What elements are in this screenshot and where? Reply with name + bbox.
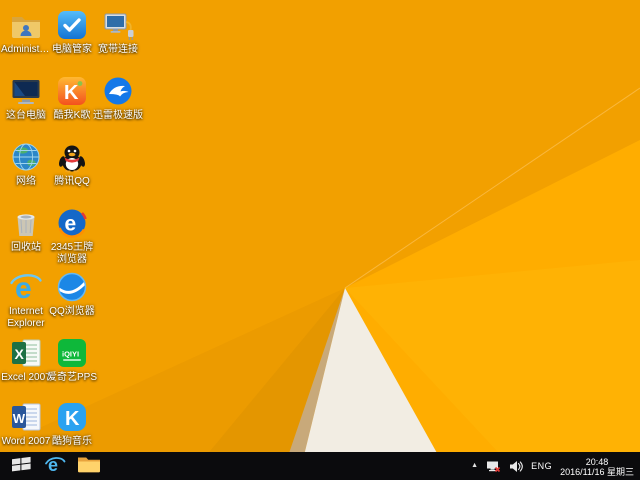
qq-browser-icon: [55, 270, 89, 304]
shield-check-icon: [55, 8, 89, 42]
icon-label: Administrator: [1, 44, 52, 55]
desktop-icon-kuwo-kge[interactable]: K 酷我K歌: [46, 74, 98, 122]
icon-label: 腾讯QQ: [54, 176, 90, 187]
word-icon: W: [9, 400, 43, 434]
computer-icon: [9, 74, 43, 108]
desktop: Administrator 这台电脑 网络: [0, 0, 640, 452]
k-glyph: K: [65, 408, 80, 430]
desktop-icon-broadband[interactable]: 宽带连接: [92, 8, 144, 56]
icon-label: Internet Explorer: [7, 306, 45, 329]
desktop-icon-pc-manager[interactable]: 电脑管家: [46, 8, 98, 56]
broadband-connection-icon: [101, 8, 135, 42]
desktop-icon-kugou[interactable]: K 酷狗音乐: [46, 400, 98, 448]
qq-penguin-icon: [55, 140, 89, 174]
icon-label: 酷狗音乐: [52, 436, 92, 447]
desktop-icon-administrator[interactable]: Administrator: [0, 8, 52, 56]
excel-icon: X: [9, 336, 43, 370]
icon-label: Excel 2007: [1, 372, 51, 383]
folder-icon: [77, 454, 101, 478]
windows-logo-icon: [11, 456, 31, 477]
start-button[interactable]: [4, 452, 38, 480]
icon-label: 这台电脑: [6, 110, 46, 121]
icon-label: 爱奇艺PPS: [47, 372, 98, 383]
language-indicator[interactable]: ENG: [531, 461, 552, 471]
k-glyph: K: [64, 82, 79, 104]
desktop-icon-internet-explorer[interactable]: e Internet Explorer: [0, 270, 52, 330]
globe-icon: [9, 140, 43, 174]
icon-label: 迅雷极速版: [93, 110, 143, 121]
icon-label: 2345王牌浏览器: [50, 242, 94, 265]
desktop-icon-2345-browser[interactable]: e 2345王牌浏览器: [46, 206, 98, 266]
recycle-bin-icon: [9, 206, 43, 240]
ie-icon: e: [44, 454, 66, 479]
clock-date: 2016/11/16 星期三: [560, 466, 634, 477]
browser-e-icon: e: [55, 206, 89, 240]
thunder-bird-icon: [101, 74, 135, 108]
desktop-icon-thunder[interactable]: 迅雷极速版: [92, 74, 144, 122]
user-folder-icon: [9, 8, 43, 42]
e-glyph: e: [65, 213, 77, 236]
taskbar-left: e: [0, 452, 106, 480]
hidden-icons-button[interactable]: ▲: [471, 452, 478, 480]
taskbar: e ▲ ENG 20:48 2016/11/16 星期三: [0, 452, 640, 480]
icon-label: Word 2007: [1, 436, 51, 447]
excel-glyph: X: [15, 346, 25, 362]
icon-label: QQ浏览器: [49, 306, 95, 317]
k-music-icon: K: [55, 74, 89, 108]
desktop-icon-recycle-bin[interactable]: 回收站: [0, 206, 52, 254]
desktop-icon-excel-2007[interactable]: X Excel 2007: [0, 336, 52, 384]
icon-label: 电脑管家: [52, 44, 92, 55]
desktop-icon-tencent-qq[interactable]: 腾讯QQ: [46, 140, 98, 188]
taskbar-file-explorer-button[interactable]: [72, 452, 106, 480]
system-tray: ▲ ENG 20:48 2016/11/16 星期三: [463, 452, 640, 480]
desktop-icon-network[interactable]: 网络: [0, 140, 52, 188]
icon-label: 酷我K歌: [53, 110, 91, 121]
word-glyph: W: [13, 411, 26, 426]
volume-tray-icon[interactable]: [509, 452, 523, 480]
taskbar-ie-button[interactable]: e: [38, 452, 72, 480]
kugou-k-icon: K: [55, 400, 89, 434]
taskbar-clock[interactable]: 20:48 2016/11/16 星期三: [560, 456, 634, 477]
desktop-icon-word-2007[interactable]: W Word 2007: [0, 400, 52, 448]
icon-label: 宽带连接: [98, 44, 138, 55]
ie-icon: e: [9, 270, 43, 304]
desktop-icon-qq-browser[interactable]: QQ浏览器: [46, 270, 98, 318]
desktop-icon-this-pc[interactable]: 这台电脑: [0, 74, 52, 122]
icon-label: 回收站: [11, 242, 41, 253]
iqiyi-glyph: iQIYI: [62, 350, 79, 359]
desktop-icon-iqiyi-pps[interactable]: iQIYI 爱奇艺PPS: [46, 336, 98, 384]
clock-time: 20:48: [585, 456, 609, 467]
iqiyi-icon: iQIYI: [55, 336, 89, 370]
network-tray-icon[interactable]: [486, 452, 501, 480]
icon-label: 网络: [16, 176, 36, 187]
